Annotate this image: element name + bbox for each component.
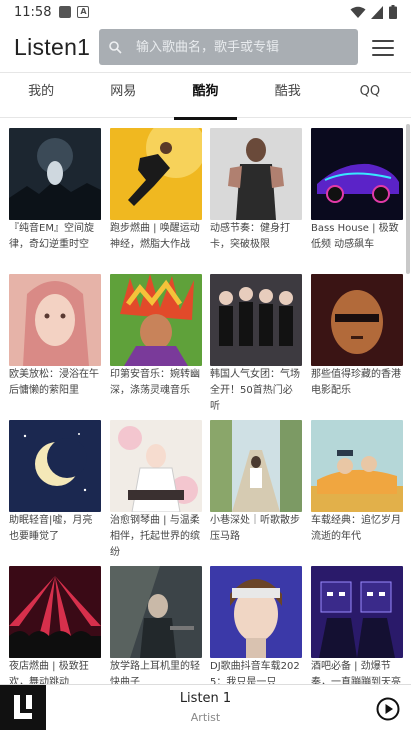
playlist-card[interactable]: 助眠轻音|嘘，月亮也要睡觉了 [9, 420, 101, 561]
playlist-title: 夜店燃曲 | 极致狂欢，舞动跳动 [9, 661, 89, 684]
now-playing-bar[interactable]: Listen 1 Artist [0, 684, 411, 730]
playlist-card[interactable]: 那些值得珍藏的香港电影配乐 [311, 274, 403, 415]
playlist-card[interactable]: 跑步燃曲 | 唤醒运动神经，燃脂大作战 [110, 128, 202, 269]
playlist-title: 『纯音EM』空间旋律，奇幻逆重时空 [9, 223, 94, 250]
menu-icon[interactable] [372, 40, 394, 56]
playlist-title: 助眠轻音|嘘，月亮也要睡觉了 [9, 515, 93, 542]
playlist-cover[interactable] [9, 128, 101, 220]
status-bar: 11:58 A [0, 0, 411, 24]
playlist-cover[interactable] [9, 274, 101, 366]
playlist-cover[interactable] [311, 420, 403, 512]
playlist-cover[interactable] [311, 566, 403, 658]
a-notification-icon: A [77, 6, 90, 18]
playlist-card[interactable]: 欧美放松：浸浴在午后慵懒的萦阳里 [9, 274, 101, 415]
playlist-cover[interactable] [210, 274, 302, 366]
playlist-cover[interactable] [110, 566, 202, 658]
scrollbar[interactable] [406, 124, 410, 274]
playlist-title: 治愈钢琴曲 | 与温柔相伴，托起世界的缤纷 [110, 515, 200, 558]
playlist-card[interactable]: 韩国人气女团：气场全开！50首热门必听 [210, 274, 302, 415]
playlist-cover[interactable] [9, 566, 101, 658]
playlist-cover[interactable] [210, 128, 302, 220]
playlist-title: 酒吧必备 | 劲爆节奏，一直蹦蹦到天亮 [311, 661, 401, 684]
wifi-icon [350, 6, 366, 18]
playlist-card[interactable]: 『纯音EM』空间旋律，奇幻逆重时空 [9, 128, 101, 269]
playlist-cover[interactable] [110, 420, 202, 512]
playlist-title: 车载经典：追忆岁月流逝的年代 [311, 515, 401, 542]
playlist-title: 小巷深处｜听歌散步压马路 [210, 515, 300, 542]
notification-icon [59, 6, 72, 18]
search-bar[interactable] [99, 29, 358, 65]
app-header: Listen1 [0, 24, 411, 72]
playlist-cover[interactable] [210, 566, 302, 658]
playlist-card[interactable]: 车载经典：追忆岁月流逝的年代 [311, 420, 403, 561]
playlist-title: 印第安音乐：婉转幽深，涤荡灵魂音乐 [110, 369, 200, 396]
playlist-card[interactable]: 小巷深处｜听歌散步压马路 [210, 420, 302, 561]
playlist-cover[interactable] [311, 128, 403, 220]
playlist-card[interactable]: 放学路上耳机里的轻快曲子 [110, 566, 202, 684]
play-icon[interactable] [376, 697, 400, 721]
search-icon [109, 41, 122, 54]
playlist-cover[interactable] [311, 274, 403, 366]
status-time: 11:58 [14, 4, 52, 20]
tab-kuwo[interactable]: 酷我 [247, 73, 329, 117]
tab-kugou[interactable]: 酷狗 [164, 73, 246, 120]
signal-icon [371, 5, 383, 19]
playlist-title: DJ歌曲抖音车载2025：我只是一只 [210, 661, 300, 684]
tab-qq[interactable]: QQ [329, 73, 411, 117]
playlist-title: 那些值得珍藏的香港电影配乐 [311, 369, 401, 396]
playlist-card[interactable]: DJ歌曲抖音车载2025：我只是一只 [210, 566, 302, 684]
playlist-title: 动感节奏：健身打卡，突破极限 [210, 223, 290, 250]
tab-mine[interactable]: 我的 [0, 73, 82, 117]
playlist-card[interactable]: 治愈钢琴曲 | 与温柔相伴，托起世界的缤纷 [110, 420, 202, 561]
playlist-card[interactable]: 夜店燃曲 | 极致狂欢，舞动跳动 [9, 566, 101, 684]
playlist-title: 放学路上耳机里的轻快曲子 [110, 661, 200, 684]
search-input[interactable] [136, 39, 336, 55]
playlist-card[interactable]: 动感节奏：健身打卡，突破极限 [210, 128, 302, 269]
playlist-grid: 『纯音EM』空间旋律，奇幻逆重时空 跑步燃曲 | 唤醒运动神经，燃脂大作战 动感… [0, 118, 411, 684]
playlist-title: 欧美放松：浸浴在午后慵懒的萦阳里 [9, 369, 99, 396]
playlist-cover[interactable] [210, 420, 302, 512]
playlist-cover[interactable] [110, 274, 202, 366]
playlist-cover[interactable] [9, 420, 101, 512]
playlist-card[interactable]: Bass House | 极致低频 动感飙车 [311, 128, 403, 269]
source-tabs: 我的 网易 酷狗 酷我 QQ [0, 72, 411, 120]
playlist-title: Bass House | 极致低频 动感飙车 [311, 223, 399, 250]
playlist-card[interactable]: 印第安音乐：婉转幽深，涤荡灵魂音乐 [110, 274, 202, 415]
track-artist: Artist [190, 711, 221, 724]
track-title: Listen 1 [179, 691, 232, 706]
playlist-cover[interactable] [110, 128, 202, 220]
tab-netease[interactable]: 网易 [82, 73, 164, 117]
playlist-title: 跑步燃曲 | 唤醒运动神经，燃脂大作战 [110, 223, 200, 250]
app-title: Listen1 [14, 34, 91, 60]
battery-icon [389, 5, 397, 19]
playlist-title: 韩国人气女团：气场全开！50首热门必听 [210, 369, 300, 412]
playlist-card[interactable]: 酒吧必备 | 劲爆节奏，一直蹦蹦到天亮 [311, 566, 403, 684]
